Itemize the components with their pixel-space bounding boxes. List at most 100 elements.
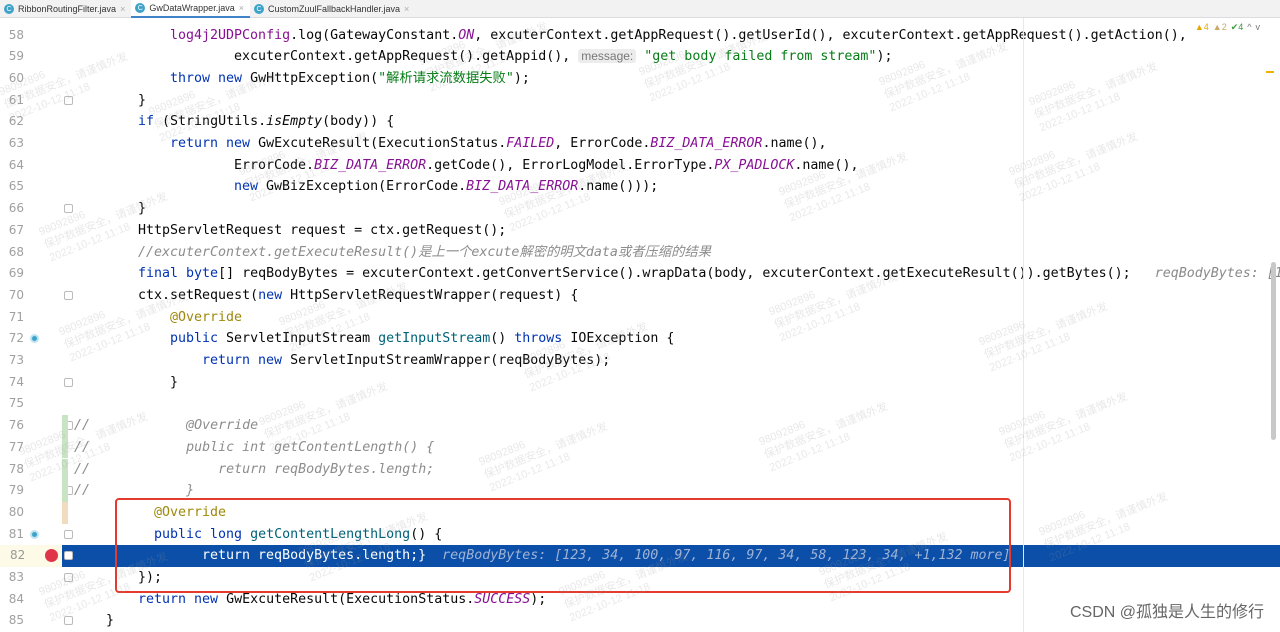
- code-token: .name(),: [762, 136, 827, 151]
- next-highlight-button[interactable]: v: [1256, 22, 1261, 33]
- close-icon[interactable]: ×: [404, 4, 409, 14]
- code-token: BIZ_DATA_ERROR: [314, 157, 427, 173]
- code-line[interactable]: 75: [0, 393, 1280, 415]
- code-text: log4j2UDPConfig.log(GatewayConstant.ON, …: [170, 25, 1187, 47]
- code-line[interactable]: 76 // @Override: [0, 415, 1280, 437]
- line-number[interactable]: 59: [0, 46, 24, 68]
- csdn-credit: CSDN @孤独是人生的修行: [1069, 604, 1264, 621]
- code-line[interactable]: 63 return new GwExcuteResult(ExecutionSta…: [0, 133, 1280, 155]
- code-line[interactable]: 77 // public int getContentLength() {: [0, 437, 1280, 459]
- code-line[interactable]: 59 excuterContext.getAppRequest().getAppi…: [0, 46, 1280, 68]
- code-line[interactable]: 60 throw new GwHttpException("解析请求流数据失败")…: [0, 68, 1280, 90]
- weak-warning-icon[interactable]: ▲2: [1213, 22, 1227, 33]
- code-line[interactable]: 61}: [0, 90, 1280, 112]
- tab-customzuulfallbackhandler[interactable]: C CustomZuulFallbackHandler.java ×: [250, 0, 415, 18]
- line-number[interactable]: 60: [0, 68, 24, 90]
- line-number[interactable]: 68: [0, 242, 24, 264]
- code-line[interactable]: 68 //excuterContext.getExecuteResult()是上一…: [0, 242, 1280, 264]
- line-number[interactable]: 76: [0, 415, 24, 437]
- line-number[interactable]: 69: [0, 263, 24, 285]
- line-number[interactable]: 85: [0, 610, 24, 632]
- code-token: ctx.setRequest(: [138, 287, 259, 303]
- code-token: );: [513, 70, 530, 86]
- code-line[interactable]: 65 new GwBizException(ErrorCode.BIZ_DATA_…: [0, 176, 1280, 198]
- code-line[interactable]: 64 ErrorCode.BIZ_DATA_ERROR.getCode(), Er…: [0, 155, 1280, 177]
- fold-icon[interactable]: [64, 95, 73, 105]
- fold-icon[interactable]: [64, 529, 73, 539]
- code-token: getInputStream: [378, 331, 491, 347]
- line-number[interactable]: 74: [0, 372, 24, 394]
- vcs-change-marker[interactable]: [62, 436, 68, 459]
- code-token: GwExcuteResult(ExecutionStatus.: [226, 591, 475, 607]
- vcs-change-marker[interactable]: [62, 458, 68, 481]
- code-line[interactable]: 58 log4j2UDPConfig.log(GatewayConstant.ON…: [0, 25, 1280, 47]
- code-text: ErrorCode.BIZ_DATA_ERROR.getCode(), Erro…: [234, 155, 858, 177]
- line-number[interactable]: 75: [0, 393, 24, 415]
- line-number[interactable]: 71: [0, 307, 24, 329]
- line-number[interactable]: 84: [0, 589, 24, 611]
- code-line[interactable]: 66}: [0, 198, 1280, 220]
- code-text: }: [138, 198, 146, 220]
- code-line[interactable]: 69 final byte[] reqBodyBytes = excuterCon…: [0, 263, 1280, 285]
- line-number[interactable]: 62: [0, 111, 24, 133]
- line-number[interactable]: 61: [0, 90, 24, 112]
- fold-icon[interactable]: [64, 551, 73, 561]
- right-margin-guide: [1023, 18, 1024, 632]
- close-icon[interactable]: ×: [239, 3, 244, 13]
- code-text: }: [170, 372, 178, 394]
- override-method-icon[interactable]: [30, 529, 39, 539]
- code-token: // return reqBodyBytes.length;: [74, 461, 435, 477]
- line-number[interactable]: 78: [0, 459, 24, 481]
- tab-gwdatawrapper[interactable]: C GwDataWrapper.java ×: [131, 0, 250, 18]
- code-token: }: [106, 613, 115, 629]
- fold-icon[interactable]: [64, 204, 73, 214]
- code-line[interactable]: 70 ctx.setRequest(new HttpServletRequestW…: [0, 285, 1280, 307]
- line-number[interactable]: 83: [0, 567, 24, 589]
- vcs-change-marker[interactable]: [62, 480, 68, 502]
- inspection-status[interactable]: ▲4 ▲2 ✔4 ^ v: [1195, 22, 1260, 33]
- line-number[interactable]: 72: [0, 328, 24, 350]
- java-class-icon: C: [4, 4, 14, 14]
- code-text: }: [106, 610, 114, 632]
- code-token: new: [234, 179, 267, 195]
- code-line[interactable]: 78 // return reqBodyBytes.length;: [0, 459, 1280, 481]
- vcs-change-marker[interactable]: [62, 415, 68, 437]
- code-line[interactable]: 71 @Override: [0, 307, 1280, 329]
- fold-icon[interactable]: [64, 377, 73, 387]
- close-icon[interactable]: ×: [120, 4, 125, 14]
- line-number[interactable]: 67: [0, 220, 24, 242]
- line-number[interactable]: 81: [0, 524, 24, 546]
- code-text: }: [138, 90, 146, 112]
- code-token: @Override: [170, 309, 243, 325]
- line-number[interactable]: 70: [0, 285, 24, 307]
- line-number[interactable]: 58: [0, 25, 24, 47]
- code-line[interactable]: 73 return new ServletInputStreamWrapper(r…: [0, 350, 1280, 372]
- code-token: //excuterContext.getExecuteResult()是上一个e…: [138, 244, 711, 260]
- code-line[interactable]: 67 HttpServletRequest request = ctx.getRe…: [0, 220, 1280, 242]
- code-text: ctx.setRequest(new HttpServletRequestWra…: [138, 285, 578, 307]
- code-line[interactable]: 74}: [0, 372, 1280, 394]
- warning-marker[interactable]: [1266, 71, 1274, 73]
- vertical-scrollbar[interactable]: [1271, 262, 1276, 440]
- check-icon[interactable]: ✔4: [1231, 22, 1244, 33]
- fold-icon[interactable]: [64, 616, 73, 626]
- code-token: // public int getContentLength() {: [74, 439, 435, 455]
- line-number[interactable]: 77: [0, 437, 24, 459]
- code-line[interactable]: 72 public ServletInputStream getInputStre…: [0, 328, 1280, 350]
- line-number[interactable]: 66: [0, 198, 24, 220]
- code-line[interactable]: 62 if (StringUtils.isEmpty(body)) {: [0, 111, 1280, 133]
- line-number[interactable]: 80: [0, 502, 24, 524]
- code-token: .name()));: [578, 179, 659, 195]
- code-token: FAILED: [506, 136, 555, 151]
- fold-icon[interactable]: [64, 573, 73, 582]
- line-number[interactable]: 79: [0, 480, 24, 502]
- line-number[interactable]: 64: [0, 155, 24, 177]
- fold-icon[interactable]: [64, 290, 73, 300]
- line-number[interactable]: 73: [0, 350, 24, 372]
- previous-highlight-button[interactable]: ^: [1247, 22, 1251, 33]
- line-number[interactable]: 65: [0, 176, 24, 198]
- vcs-change-marker[interactable]: [62, 501, 68, 524]
- tab-ribbonroutingfilter[interactable]: C RibbonRoutingFilter.java ×: [0, 0, 131, 18]
- warning-icon[interactable]: ▲4: [1195, 22, 1209, 33]
- line-number[interactable]: 63: [0, 133, 24, 155]
